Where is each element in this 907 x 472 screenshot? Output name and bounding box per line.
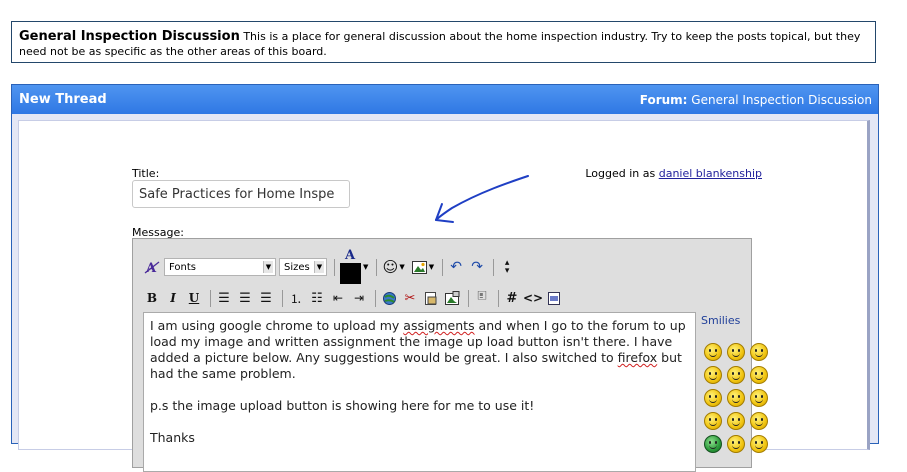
toolbar-divider: [210, 289, 211, 307]
chevron-down-icon[interactable]: ▼: [363, 263, 368, 271]
new-thread-panel: New Thread Forum: General Inspection Dis…: [11, 84, 879, 472]
outdent-icon[interactable]: ⇤: [329, 289, 347, 307]
message-paragraph-3: Thanks: [150, 430, 195, 445]
logged-in-prefix: Logged in as: [585, 167, 659, 180]
toolbar-row-2: B I U ☰ ☰ ☰ ⒈ ☷ ⇤ ⇥ ✂ 🗉 # <>: [143, 287, 566, 309]
indent-icon[interactable]: ⇥: [350, 289, 368, 307]
insert-image-icon[interactable]: [443, 289, 461, 307]
toolbar-divider: [468, 289, 469, 307]
font-color-letter: A: [344, 248, 356, 263]
align-center-icon[interactable]: ☰: [236, 289, 254, 307]
grin-icon[interactable]: [750, 343, 768, 361]
resize-icon[interactable]: ▴ ▾: [498, 258, 516, 276]
toolbar-divider: [442, 258, 444, 276]
logged-in-status: Logged in as daniel blankenship: [585, 167, 762, 180]
panel-header: New Thread Forum: General Inspection Dis…: [12, 85, 878, 114]
roll-eyes-icon[interactable]: [727, 435, 745, 453]
smiley-icon[interactable]: [704, 343, 722, 361]
big-grin-icon[interactable]: [727, 343, 745, 361]
devil-icon[interactable]: [727, 412, 745, 430]
remove-format-icon[interactable]: A: [143, 258, 161, 276]
chevron-down-icon: ▼: [314, 261, 324, 273]
panel-title: New Thread: [19, 92, 107, 107]
wrap-php-icon[interactable]: [545, 289, 563, 307]
font-color-button[interactable]: A: [339, 248, 361, 284]
font-select[interactable]: Fonts ▼: [164, 258, 276, 276]
eek-icon[interactable]: [750, 412, 768, 430]
italic-button[interactable]: I: [164, 289, 182, 307]
toolbar-divider: [376, 258, 378, 276]
title-input[interactable]: [132, 180, 350, 208]
bold-button[interactable]: B: [143, 289, 161, 307]
align-left-icon[interactable]: ☰: [215, 289, 233, 307]
size-select-label: Sizes: [284, 261, 310, 273]
redo-icon[interactable]: ↷: [468, 258, 486, 276]
surprised-icon[interactable]: [704, 366, 722, 384]
message-text: I am using google chrome to upload my: [150, 318, 404, 333]
annotation-arrow: [435, 175, 529, 223]
confused-icon[interactable]: [727, 389, 745, 407]
insert-attachment-icon[interactable]: [422, 289, 440, 307]
cool-icon[interactable]: [750, 366, 768, 384]
message-textarea[interactable]: I am using google chrome to upload my as…: [143, 312, 696, 472]
forum-name: General Inspection Discussion: [19, 29, 240, 44]
font-color-swatch: [339, 263, 361, 284]
user-link[interactable]: daniel blankenship: [659, 167, 762, 180]
tongue-icon[interactable]: [750, 389, 768, 407]
toolbar-divider: [493, 258, 495, 276]
unordered-list-icon[interactable]: ☷: [308, 289, 326, 307]
title-label: Title:: [132, 167, 160, 180]
wrap-code-button[interactable]: <>: [523, 289, 543, 307]
breadcrumb-label: Forum:: [639, 92, 688, 107]
forum-description: General Inspection Discussion This is a …: [11, 21, 876, 63]
breadcrumb-forum-link[interactable]: General Inspection Discussion: [687, 93, 872, 107]
smiley-icon[interactable]: ☺: [381, 258, 399, 276]
wrap-hash-button[interactable]: #: [503, 289, 521, 307]
message-paragraph-2: p.s the image upload button is showing h…: [150, 398, 535, 413]
misspelled-word: firefox: [617, 350, 658, 365]
chevron-down-icon: ▼: [263, 261, 273, 273]
insert-image-icon[interactable]: [411, 258, 429, 276]
toolbar-row-1: A Fonts ▼ Sizes ▼ A ▼ ☺ ▼ ▼ ↶ ↷: [143, 249, 519, 284]
size-select[interactable]: Sizes ▼: [279, 258, 327, 276]
smilies-label: Smilies: [701, 314, 741, 327]
insert-link-icon[interactable]: [380, 289, 398, 307]
underline-button[interactable]: U: [185, 289, 203, 307]
smile-icon[interactable]: [750, 435, 768, 453]
smilies-grid: [704, 343, 768, 453]
toolbar-divider: [375, 289, 376, 307]
message-paragraph-1: I am using google chrome to upload my as…: [150, 318, 689, 382]
chevron-down-icon[interactable]: ▼: [429, 263, 434, 271]
message-editor: A Fonts ▼ Sizes ▼ A ▼ ☺ ▼ ▼ ↶ ↷: [132, 238, 768, 472]
frown-icon[interactable]: [704, 389, 722, 407]
toolbar-divider: [334, 258, 335, 276]
chevron-down-icon[interactable]: ▼: [399, 263, 404, 271]
teeth-icon[interactable]: [704, 435, 722, 453]
align-right-icon[interactable]: ☰: [257, 289, 275, 307]
unlink-icon[interactable]: ✂: [401, 289, 419, 307]
undo-icon[interactable]: ↶: [447, 258, 465, 276]
misspelled-word: assigments: [403, 318, 475, 333]
mad-icon[interactable]: [704, 412, 722, 430]
forum-breadcrumb: Forum: General Inspection Discussion: [640, 93, 872, 107]
smilies-panel: Smilies: [701, 314, 768, 453]
font-select-label: Fonts: [169, 261, 196, 273]
toolbar-divider: [498, 289, 499, 307]
toolbar-divider: [282, 289, 283, 307]
quote-icon[interactable]: 🗉: [473, 289, 491, 307]
ordered-list-icon[interactable]: ⒈: [287, 289, 305, 307]
wink-icon[interactable]: [727, 366, 745, 384]
